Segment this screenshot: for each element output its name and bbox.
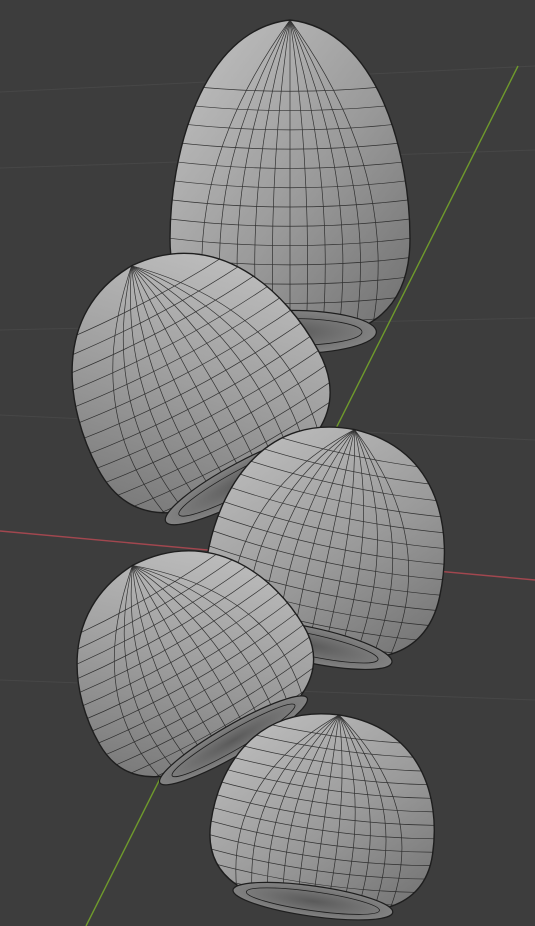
viewport-canvas[interactable] <box>0 0 535 926</box>
3d-viewport[interactable] <box>0 0 535 926</box>
